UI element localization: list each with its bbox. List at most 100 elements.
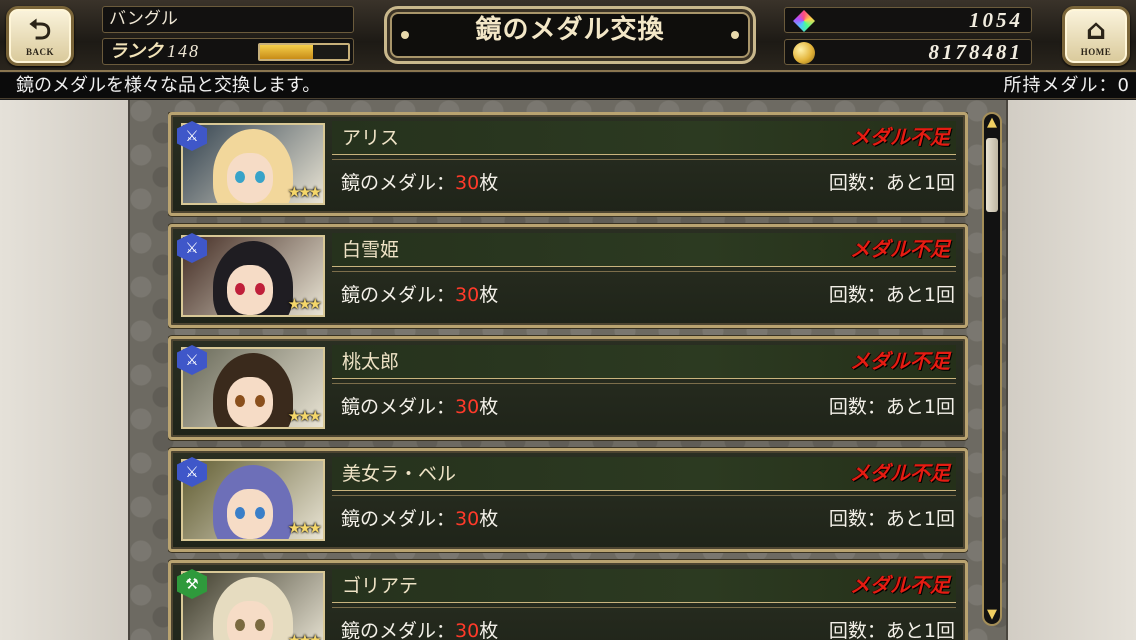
character-eye <box>235 507 245 519</box>
rank-exp-bar-fill <box>260 45 313 59</box>
item-name-band: ゴリアテ メダル不足 <box>332 569 956 603</box>
player-name: バングル <box>109 9 178 29</box>
item-cost: 鏡のメダル：30枚 <box>341 281 498 309</box>
card-divider <box>332 383 956 384</box>
card-divider <box>332 495 956 496</box>
remaining-count: 回数：あと1回 <box>828 396 955 418</box>
scrollbar-thumb[interactable] <box>986 138 998 212</box>
home-icon: ⌂ <box>1085 13 1107 46</box>
exchange-list[interactable]: ★★★ ⚔ アリス メダル不足 鏡のメダル：30枚 回数：あと1回 ★★★ ⚔ 白雪姫 メダル不足… <box>168 112 968 640</box>
item-name: ゴリアテ <box>342 575 419 597</box>
star-icon: ★★★ <box>287 183 322 201</box>
character-eye <box>235 395 245 407</box>
star-icon: ★★★ <box>287 295 322 313</box>
top-bar: ⮌ BACK バングル ランク 148 鏡のメダル交換 1054 8178481 … <box>0 0 1136 72</box>
character-eye <box>255 507 265 519</box>
gem-count: 1054 <box>969 8 1023 32</box>
cost-unit: 枚 <box>479 396 499 418</box>
player-name-box: バングル <box>102 6 354 33</box>
cost-label: 鏡のメダル： <box>341 396 456 418</box>
cost-unit: 枚 <box>479 284 499 306</box>
cost-value: 30 <box>455 620 480 640</box>
back-button-label: BACK <box>25 47 54 57</box>
card-divider <box>332 271 956 272</box>
cost-label: 鏡のメダル： <box>341 172 456 194</box>
card-divider <box>332 607 956 608</box>
back-button[interactable]: ⮌ BACK <box>6 6 74 66</box>
insufficient-medals-label: メダル不足 <box>850 125 950 149</box>
character-eye <box>255 619 265 631</box>
item-cost: 鏡のメダル：30枚 <box>341 169 498 197</box>
back-arrow-icon: ⮌ <box>28 13 52 46</box>
page-description: 鏡のメダルを様々な品と交換します。 <box>16 75 321 96</box>
item-name: 美女ラ・ベル <box>342 463 457 485</box>
item-name-band: 白雪姫 メダル不足 <box>332 233 956 267</box>
character-face <box>227 153 273 203</box>
star-icon: ★★★ <box>287 407 322 425</box>
cost-unit: 枚 <box>479 172 499 194</box>
remaining-count: 回数：あと1回 <box>828 284 955 306</box>
exchange-item-card[interactable]: ★★★ ⚔ アリス メダル不足 鏡のメダル：30枚 回数：あと1回 <box>168 112 968 216</box>
cost-unit: 枚 <box>479 508 499 530</box>
star-icon: ★★★ <box>287 519 322 537</box>
exchange-item-card[interactable]: ★★★ ⚔ 桃太郎 メダル不足 鏡のメダル：30枚 回数：あと1回 <box>168 336 968 440</box>
page-title: 鏡のメダル交換 <box>475 15 665 45</box>
cost-value: 30 <box>455 396 480 418</box>
exchange-item-card[interactable]: ★★★ ⚒ ゴリアテ メダル不足 鏡のメダル：30枚 回数：あと1回 <box>168 560 968 640</box>
item-name: 桃太郎 <box>342 351 400 373</box>
remaining-count: 回数：あと1回 <box>828 508 955 530</box>
cost-unit: 枚 <box>479 620 499 640</box>
card-divider <box>332 159 956 160</box>
character-face <box>227 489 273 539</box>
character-eye <box>255 395 265 407</box>
item-name-band: 桃太郎 メダル不足 <box>332 345 956 379</box>
cost-value: 30 <box>455 284 480 306</box>
gold-count: 8178481 <box>928 40 1023 64</box>
item-name: 白雪姫 <box>342 239 400 261</box>
home-button-label: HOME <box>1080 47 1112 57</box>
rank-exp-bar <box>258 43 350 61</box>
rank-value: 148 <box>167 41 200 61</box>
character-eye <box>255 171 265 183</box>
player-rank-box: ランク 148 <box>102 38 354 65</box>
character-eye <box>235 283 245 295</box>
cost-label: 鏡のメダル： <box>341 620 456 640</box>
character-face <box>227 601 273 640</box>
rank-label: ランク <box>109 41 163 62</box>
insufficient-medals-label: メダル不足 <box>850 349 950 373</box>
remaining-count: 回数：あと1回 <box>828 620 955 640</box>
character-eye <box>255 283 265 295</box>
star-icon: ★★★ <box>287 631 322 640</box>
owned-medals: 所持メダル：0 <box>1003 75 1130 96</box>
description-bar: 鏡のメダルを様々な品と交換します。 所持メダル：0 <box>0 73 1136 99</box>
character-face <box>227 265 273 315</box>
insufficient-medals-label: メダル不足 <box>850 573 950 597</box>
item-name-band: アリス メダル不足 <box>332 121 956 155</box>
cost-value: 30 <box>455 508 480 530</box>
cost-value: 30 <box>455 172 480 194</box>
title-ornament-right <box>731 31 739 39</box>
scrollbar[interactable]: ▲ ▼ <box>982 112 1002 626</box>
exchange-item-card[interactable]: ★★★ ⚔ 美女ラ・ベル メダル不足 鏡のメダル：30枚 回数：あと1回 <box>168 448 968 552</box>
cost-label: 鏡のメダル： <box>341 284 456 306</box>
item-cost: 鏡のメダル：30枚 <box>341 393 498 421</box>
home-button[interactable]: ⌂ HOME <box>1062 6 1130 66</box>
cost-label: 鏡のメダル： <box>341 508 456 530</box>
insufficient-medals-label: メダル不足 <box>850 461 950 485</box>
left-backdrop <box>0 100 128 640</box>
triangle-down-icon[interactable]: ▼ <box>984 607 1000 623</box>
item-cost: 鏡のメダル：30枚 <box>341 505 498 533</box>
gem-counter: 1054 <box>784 7 1032 33</box>
character-face <box>227 377 273 427</box>
item-name: アリス <box>342 127 400 149</box>
insufficient-medals-label: メダル不足 <box>850 237 950 261</box>
exchange-item-card[interactable]: ★★★ ⚔ 白雪姫 メダル不足 鏡のメダル：30枚 回数：あと1回 <box>168 224 968 328</box>
character-eye <box>235 171 245 183</box>
rainbow-gem-icon <box>793 10 815 32</box>
item-name-band: 美女ラ・ベル メダル不足 <box>332 457 956 491</box>
triangle-up-icon[interactable]: ▲ <box>984 115 1000 131</box>
remaining-count: 回数：あと1回 <box>828 172 955 194</box>
character-eye <box>235 619 245 631</box>
gold-coin-icon <box>793 42 815 64</box>
gold-counter: 8178481 <box>784 39 1032 65</box>
